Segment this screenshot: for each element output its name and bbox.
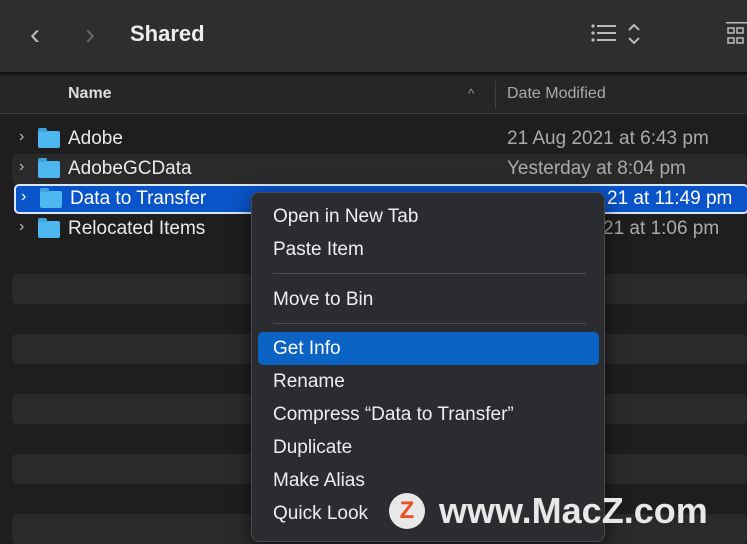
toolbar: ‹ › Shared	[0, 0, 747, 74]
window-title: Shared	[130, 21, 205, 46]
menu-item-paste-item[interactable]: Paste Item	[258, 233, 599, 266]
file-row-adobe[interactable]: › Adobe 21 Aug 2021 at 6:43 pm	[12, 124, 747, 154]
grid-icon[interactable]	[726, 20, 747, 53]
column-header: Name ^ Date Modified	[0, 76, 747, 114]
watermark-text: www.MacZ.com	[439, 490, 708, 531]
forward-button[interactable]: ›	[85, 18, 95, 52]
menu-item-duplicate[interactable]: Duplicate	[258, 431, 599, 464]
disclosure-chevron-icon[interactable]: ›	[19, 128, 24, 146]
menu-item-compress[interactable]: Compress “Data to Transfer”	[258, 398, 599, 431]
disclosure-chevron-icon[interactable]: ›	[19, 158, 24, 176]
name-column-header[interactable]: Name	[68, 85, 112, 103]
date-modified-column-header[interactable]: Date Modified	[507, 85, 606, 103]
file-row-adobegcdata[interactable]: › AdobeGCData Yesterday at 8:04 pm	[12, 154, 747, 184]
watermark-logo: Z	[389, 493, 425, 529]
back-button[interactable]: ‹	[30, 18, 40, 52]
folder-icon	[38, 158, 60, 178]
menu-item-get-info[interactable]: Get Info	[258, 332, 599, 365]
folder-icon	[38, 218, 60, 238]
folder-icon	[40, 188, 62, 208]
file-name: AdobeGCData	[68, 158, 192, 179]
file-date: Yesterday at 8:04 pm	[507, 158, 686, 179]
file-date: 21 at 1:06 pm	[603, 218, 720, 239]
folder-icon	[38, 128, 60, 148]
chevron-updown-icon[interactable]	[627, 22, 641, 51]
file-name: Adobe	[68, 128, 123, 149]
menu-separator	[273, 273, 586, 274]
file-date: 21 at 11:49 pm	[607, 188, 733, 209]
file-name: Relocated Items	[68, 218, 206, 239]
file-name: Data to Transfer	[70, 188, 207, 209]
column-divider[interactable]	[495, 81, 496, 109]
file-date: 21 Aug 2021 at 6:43 pm	[507, 128, 709, 149]
menu-item-open-in-new-tab[interactable]: Open in New Tab	[258, 200, 599, 233]
sort-ascending-icon[interactable]: ^	[468, 86, 474, 101]
list-icon[interactable]	[591, 22, 617, 49]
menu-separator	[273, 323, 586, 324]
disclosure-chevron-icon[interactable]: ›	[19, 218, 24, 236]
menu-item-move-to-bin[interactable]: Move to Bin	[258, 283, 599, 316]
menu-item-rename[interactable]: Rename	[258, 365, 599, 398]
disclosure-chevron-icon[interactable]: ›	[21, 188, 26, 206]
watermark: Z www.MacZ.com	[389, 490, 708, 532]
